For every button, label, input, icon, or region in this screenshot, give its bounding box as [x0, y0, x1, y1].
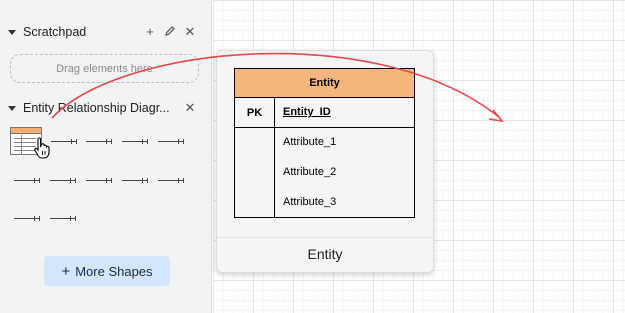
dropzone-text: Drag elements here	[56, 62, 153, 75]
shape-preview-tooltip: Entity PK Entity_ID Attribute_1 Attribut…	[216, 50, 434, 273]
pk-field: Entity_ID	[283, 106, 331, 118]
preview-divider	[217, 237, 433, 238]
attribute-field: Attribute_3	[283, 196, 337, 208]
entity-header: Entity	[235, 69, 414, 98]
scratchpad-dropzone[interactable]: Drag elements here	[10, 54, 199, 83]
close-icon[interactable]: ✕	[183, 25, 197, 39]
scratchpad-header[interactable]: Scratchpad	[8, 22, 86, 42]
attribute-field: Attribute_1	[283, 136, 337, 148]
more-shapes-label: More Shapes	[75, 263, 153, 279]
er-section-title: Entity Relationship Diagr...	[23, 101, 170, 115]
collapse-triangle-icon[interactable]	[8, 29, 16, 35]
collapse-triangle-icon[interactable]	[8, 105, 16, 111]
more-shapes-button[interactable]: + More Shapes	[44, 256, 170, 286]
relation-edge-shape[interactable]	[158, 175, 184, 185]
attribute-field: Attribute_2	[283, 166, 337, 178]
plus-icon[interactable]: +	[143, 25, 157, 39]
relation-edge-shape[interactable]	[122, 175, 148, 185]
relation-edge-shape[interactable]	[14, 175, 40, 185]
column-divider	[274, 98, 275, 217]
relation-edge-shape[interactable]	[51, 136, 77, 146]
scratchpad-title: Scratchpad	[23, 25, 87, 39]
shapes-sidebar: Scratchpad + ✕ Drag elements here Entity…	[0, 0, 212, 313]
primary-key-row: PK Entity_ID	[235, 98, 414, 128]
relation-edge-shape[interactable]	[14, 213, 40, 223]
close-icon[interactable]: ✕	[183, 101, 197, 115]
pencil-icon[interactable]	[163, 25, 177, 40]
entity-table-preview: Entity PK Entity_ID Attribute_1 Attribut…	[234, 68, 415, 218]
entity-header-text: Entity	[309, 77, 340, 89]
relation-edge-shape[interactable]	[158, 136, 184, 146]
relation-edge-shape[interactable]	[50, 175, 76, 185]
relation-edge-shape[interactable]	[86, 175, 112, 185]
pk-label: PK	[246, 107, 263, 119]
er-section-header[interactable]: Entity Relationship Diagr...	[8, 98, 170, 118]
preview-caption: Entity	[307, 246, 343, 262]
relation-edge-shape[interactable]	[86, 136, 112, 146]
hand-cursor-icon	[34, 137, 50, 159]
app-window: Scratchpad + ✕ Drag elements here Entity…	[0, 0, 625, 313]
plus-icon: +	[61, 262, 71, 280]
relation-edge-shape[interactable]	[50, 213, 76, 223]
relation-edge-shape[interactable]	[122, 136, 148, 146]
